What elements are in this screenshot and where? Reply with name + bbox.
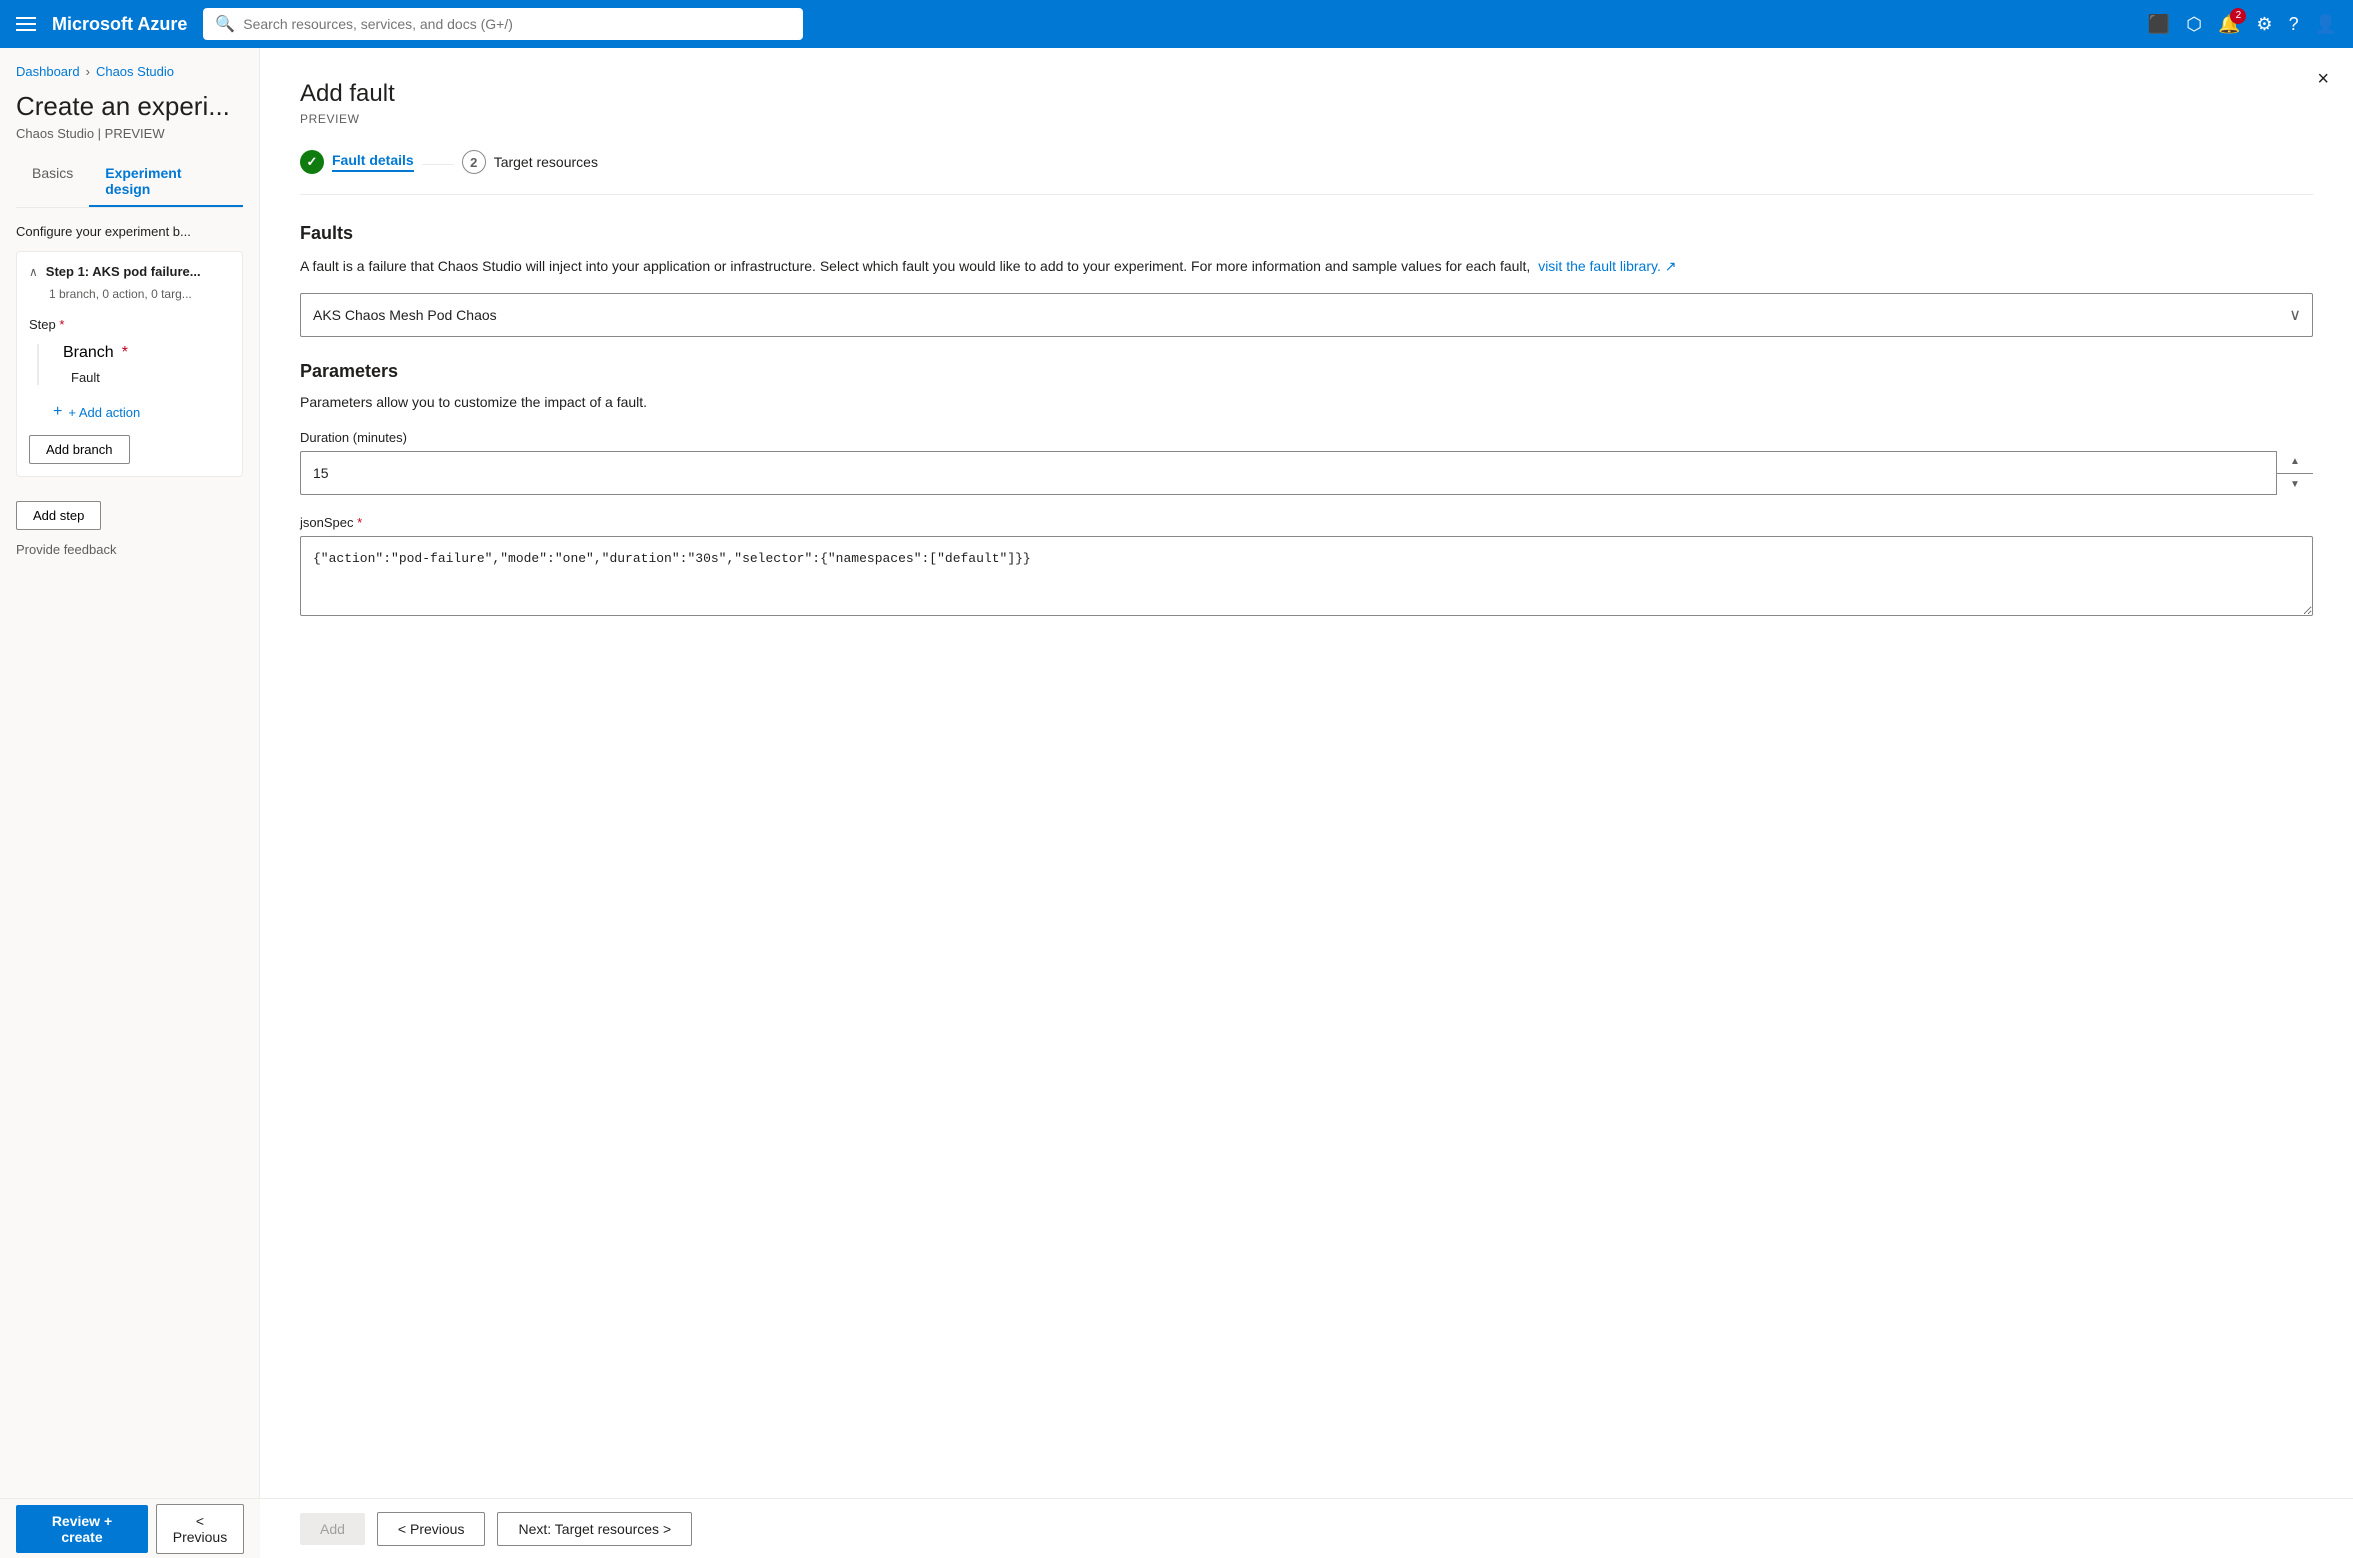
tab-experiment-design[interactable]: Experiment design — [89, 157, 243, 207]
add-branch-button[interactable]: Add branch — [29, 435, 130, 464]
search-input[interactable] — [243, 16, 791, 32]
parameters-description: Parameters allow you to customize the im… — [300, 394, 2313, 410]
branch-label: Branch — [63, 344, 114, 362]
stepper-step1[interactable]: ✓ Fault details — [300, 150, 414, 178]
step-title: Step 1: AKS pod failure... — [46, 264, 201, 279]
breadcrumb-dashboard[interactable]: Dashboard — [16, 64, 80, 79]
previous-button[interactable]: < Previous — [377, 1512, 486, 1546]
left-panel: Dashboard › Chaos Studio Create an exper… — [0, 48, 260, 1558]
fault-dropdown-wrapper: AKS Chaos Mesh Pod Chaos ∨ — [300, 293, 2313, 337]
required-marker: * — [59, 317, 64, 332]
spinner-down[interactable]: ▼ — [2277, 474, 2313, 496]
faults-title: Faults — [300, 223, 2313, 244]
spinners: ▲ ▼ — [2276, 451, 2313, 495]
step-field: Step * Branch * Fault — [29, 317, 230, 385]
breadcrumb-chaos-studio[interactable]: Chaos Studio — [96, 64, 174, 79]
duration-input-wrapper: ▲ ▼ — [300, 451, 2313, 495]
notifications-icon[interactable]: 🔔 2 — [2218, 14, 2240, 35]
fault-dropdown[interactable]: AKS Chaos Mesh Pod Chaos — [300, 293, 2313, 337]
settings-icon[interactable]: ⚙ — [2256, 14, 2272, 35]
section-label: Configure your experiment b... — [16, 224, 243, 239]
step-separator — [422, 164, 454, 165]
step2-label: Target resources — [494, 154, 598, 170]
drawer-title: Add fault — [300, 80, 2313, 108]
provide-feedback: Provide feedback — [16, 542, 243, 557]
page-title: Create an experi... — [16, 91, 243, 122]
plus-icon: + — [53, 403, 62, 421]
jsonspec-label: jsonSpec * — [300, 515, 2313, 530]
search-icon: 🔍 — [215, 14, 235, 34]
notification-badge: 2 — [2230, 8, 2246, 24]
cloud-shell-icon[interactable]: ⬡ — [2186, 14, 2202, 35]
hamburger-menu[interactable] — [16, 17, 36, 31]
parameters-title: Parameters — [300, 361, 2313, 382]
fault-label: Fault — [47, 370, 230, 385]
terminal-icon[interactable]: ⬛ — [2148, 14, 2170, 35]
add-step-button[interactable]: Add step — [16, 501, 101, 530]
breadcrumb-sep1: › — [86, 64, 90, 79]
step-block: ∧ Step 1: AKS pod failure... 1 branch, 0… — [16, 251, 243, 477]
tabs: Basics Experiment design — [16, 157, 243, 208]
page-subtitle: Chaos Studio | PREVIEW — [16, 126, 243, 141]
faults-description: A fault is a failure that Chaos Studio w… — [300, 256, 2313, 277]
help-icon[interactable]: ? — [2289, 14, 2299, 35]
add-action-button[interactable]: + + Add action — [29, 397, 140, 427]
duration-label: Duration (minutes) — [300, 430, 2313, 445]
step1-circle: ✓ — [300, 150, 324, 174]
step-field-label: Step * — [29, 317, 230, 332]
account-icon[interactable]: 👤 — [2315, 14, 2337, 35]
search-box: 🔍 — [203, 8, 803, 40]
main-layout: Dashboard › Chaos Studio Create an exper… — [0, 48, 2353, 1558]
jsonspec-textarea[interactable]: {"action":"pod-failure","mode":"one","du… — [300, 536, 2313, 616]
bottom-bar-right: Add < Previous Next: Target resources > — [260, 1498, 2353, 1558]
duration-input[interactable] — [300, 451, 2313, 495]
brand-name: Microsoft Azure — [52, 14, 187, 35]
step-fields: Step * Branch * Fault + + Add action — [29, 317, 230, 464]
branch-required: * — [122, 344, 128, 362]
jsonspec-required: * — [357, 515, 362, 530]
step1-label: Fault details — [332, 152, 414, 172]
review-create-button[interactable]: Review + create — [16, 1505, 148, 1553]
next-button[interactable]: Next: Target resources > — [497, 1512, 692, 1546]
breadcrumb: Dashboard › Chaos Studio — [16, 64, 243, 79]
step-header: ∧ Step 1: AKS pod failure... — [29, 264, 230, 279]
step2-circle: 2 — [462, 150, 486, 174]
drawer-close-button[interactable]: × — [2317, 68, 2329, 91]
drawer-preview: PREVIEW — [300, 112, 2313, 126]
stepper: ✓ Fault details 2 Target resources — [300, 150, 2313, 195]
add-button[interactable]: Add — [300, 1513, 365, 1545]
chevron-icon[interactable]: ∧ — [29, 265, 38, 279]
spinner-up[interactable]: ▲ — [2277, 451, 2313, 474]
fault-library-link[interactable]: visit the fault library. ↗ — [1538, 258, 1676, 274]
step-meta: 1 branch, 0 action, 0 targ... — [49, 287, 230, 301]
top-nav: Microsoft Azure 🔍 ⬛ ⬡ 🔔 2 ⚙ ? 👤 — [0, 0, 2353, 48]
branch-row: Branch * — [63, 344, 230, 362]
previous-button-left[interactable]: < Previous — [156, 1504, 244, 1554]
bottom-bar-left: Review + create < Previous — [0, 1498, 260, 1558]
drawer-panel: × Add fault PREVIEW ✓ Fault details 2 Ta… — [260, 48, 2353, 1558]
nav-icons: ⬛ ⬡ 🔔 2 ⚙ ? 👤 — [2148, 14, 2337, 35]
tab-basics[interactable]: Basics — [16, 157, 89, 207]
stepper-step2[interactable]: 2 Target resources — [462, 150, 598, 178]
